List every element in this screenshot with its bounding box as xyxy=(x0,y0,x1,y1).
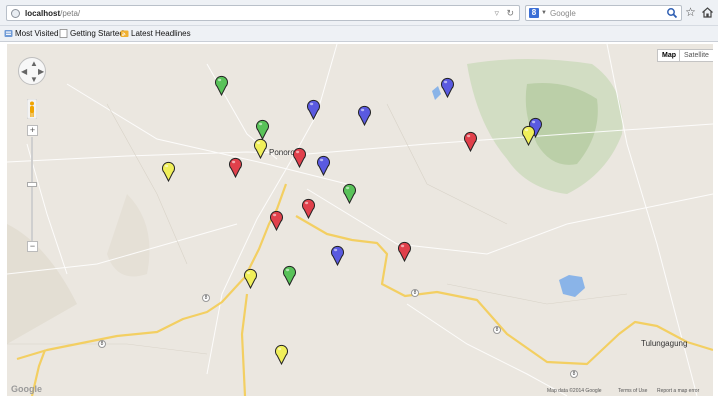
bookmark-getting-started[interactable]: Getting Started xyxy=(70,28,124,40)
globe-icon xyxy=(11,9,20,18)
url-bar[interactable]: localhost/peta/ ▿ ↻ xyxy=(6,5,520,21)
map-marker-blue[interactable] xyxy=(357,105,372,126)
map-marker-red[interactable] xyxy=(463,131,478,152)
road-number-badge: 8 xyxy=(411,289,419,297)
map-marker-red[interactable] xyxy=(397,241,412,262)
navigation-toolbar: localhost/peta/ ▿ ↻ 8 ▼ Google ☆ xyxy=(0,0,718,26)
zoom-slider-thumb[interactable] xyxy=(27,182,37,187)
bookmark-most-visited[interactable]: Most Visited xyxy=(15,28,58,40)
map-marker-yellow[interactable] xyxy=(253,138,268,159)
road-number-badge: 8 xyxy=(493,326,501,334)
bookmarks-toolbar: Most Visited Getting Started Latest Head… xyxy=(0,26,718,42)
zoom-slider-track[interactable] xyxy=(31,137,33,242)
map-marker-green[interactable] xyxy=(214,75,229,96)
map-marker-green[interactable] xyxy=(282,265,297,286)
dropdown-arrow-icon[interactable]: ▿ xyxy=(494,7,499,19)
zoom-in-button[interactable]: + xyxy=(27,125,38,136)
bookmark-latest-headlines[interactable]: Latest Headlines xyxy=(131,28,191,40)
map-marker-green[interactable] xyxy=(255,119,270,140)
pan-left-icon[interactable]: ◀ xyxy=(21,68,27,76)
map-base-layer xyxy=(7,44,713,396)
map-marker-blue[interactable] xyxy=(440,77,455,98)
most-visited-icon xyxy=(4,30,13,37)
road-number-badge: 8 xyxy=(98,340,106,348)
pan-up-icon[interactable]: ▲ xyxy=(30,60,38,68)
search-bar[interactable]: 8 ▼ Google xyxy=(525,5,682,21)
map-marker-blue[interactable] xyxy=(306,99,321,120)
map-marker-yellow[interactable] xyxy=(274,344,289,365)
road-number-badge: 8 xyxy=(202,294,210,302)
city-label-tulungagung: Tulungagung xyxy=(641,339,688,348)
map-marker-blue[interactable] xyxy=(316,155,331,176)
map-canvas[interactable]: 8 8 8 8 8 Ponorogo Tulungagung Map Satel… xyxy=(7,44,713,396)
search-engine-icon[interactable]: 8 xyxy=(529,8,539,18)
map-type-satellite-button[interactable]: Satellite xyxy=(679,49,713,62)
report-map-error-link[interactable]: Report a map error xyxy=(657,388,699,394)
map-marker-yellow[interactable] xyxy=(161,161,176,182)
map-marker-red[interactable] xyxy=(292,147,307,168)
map-marker-red[interactable] xyxy=(301,198,316,219)
pan-right-icon[interactable]: ▶ xyxy=(38,68,44,76)
search-icon[interactable] xyxy=(666,7,678,19)
bookmark-star-icon[interactable]: ☆ xyxy=(683,5,698,20)
pan-down-icon[interactable]: ▼ xyxy=(30,76,38,84)
road-number-badge: 8 xyxy=(570,370,578,378)
page-icon xyxy=(59,29,68,38)
map-marker-blue[interactable] xyxy=(330,245,345,266)
map-marker-red[interactable] xyxy=(269,210,284,231)
url-host: localhost xyxy=(25,9,61,18)
map-marker-yellow[interactable] xyxy=(521,125,536,146)
map-marker-red[interactable] xyxy=(228,157,243,178)
url-path: /peta/ xyxy=(60,9,81,18)
search-input[interactable]: Google xyxy=(550,8,576,19)
reload-icon[interactable]: ↻ xyxy=(506,7,514,19)
map-type-map-button[interactable]: Map xyxy=(657,49,681,62)
search-engine-dropdown-icon[interactable]: ▼ xyxy=(541,8,547,19)
home-icon[interactable] xyxy=(700,5,715,20)
map-marker-yellow[interactable] xyxy=(243,268,258,289)
rss-folder-icon xyxy=(120,30,129,37)
pan-control[interactable]: ▲ ▼ ◀ ▶ xyxy=(18,57,46,85)
map-data-attribution: Map data ©2014 Google xyxy=(547,388,602,394)
street-view-pegman-icon[interactable] xyxy=(27,99,37,119)
map-marker-green[interactable] xyxy=(342,183,357,204)
google-logo: Google xyxy=(11,384,42,394)
url-text[interactable]: localhost/peta/ xyxy=(25,8,80,19)
terms-of-use-link[interactable]: Terms of Use xyxy=(618,388,647,394)
zoom-out-button[interactable]: − xyxy=(27,241,38,252)
